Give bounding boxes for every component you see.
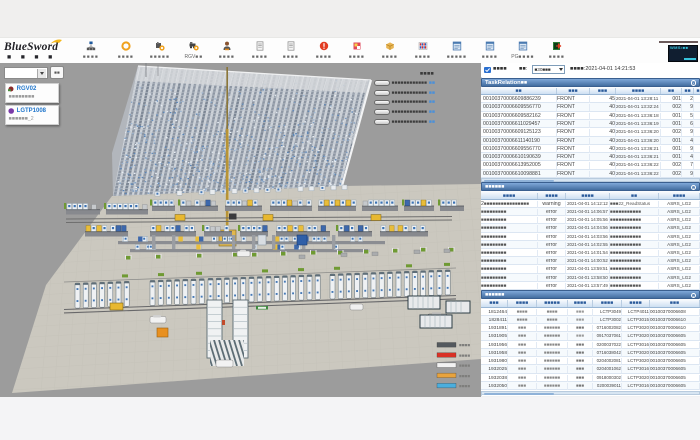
svg-text:■■■■: ■■■■: [459, 384, 470, 389]
svg-text:■■■■: ■■■■: [459, 353, 470, 358]
svg-text:■■■■: ■■■■: [459, 373, 470, 378]
svg-text:■■■■: ■■■■: [459, 343, 470, 348]
svg-text:■■■■: ■■■■: [459, 363, 470, 368]
